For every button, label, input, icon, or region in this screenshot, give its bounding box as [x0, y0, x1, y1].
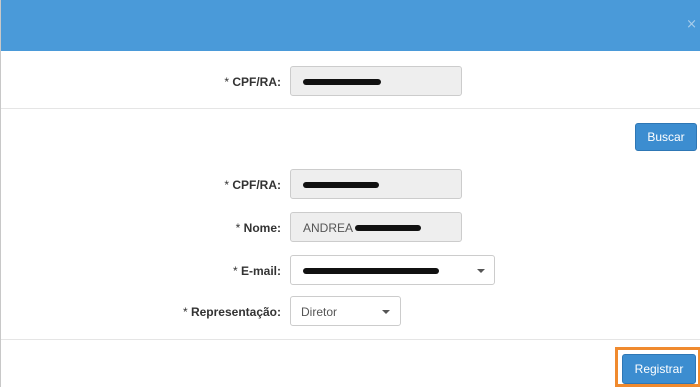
register-modal: × * CPF/RA: Buscar * CPF/RA: * Nome: AND… [0, 0, 700, 387]
redacted-name [355, 225, 421, 231]
chevron-down-icon [477, 269, 485, 273]
redacted-email [303, 268, 439, 274]
email-label: * E-mail: [232, 264, 281, 278]
representacao-value: Diretor [301, 305, 338, 319]
email-select[interactable] [290, 255, 495, 285]
nome-value: ANDREA [303, 221, 354, 235]
chevron-down-icon [382, 310, 390, 314]
redacted-cpf [303, 79, 381, 85]
representacao-label: * Representação: [182, 305, 281, 319]
search-cpf-label: * CPF/RA: [224, 75, 281, 89]
nome-label: * Nome: [235, 221, 281, 235]
divider [1, 339, 700, 340]
cpf-label: * CPF/RA: [224, 178, 281, 192]
search-cpf-input[interactable] [290, 66, 462, 96]
close-icon[interactable]: × [686, 18, 697, 31]
buscar-button[interactable]: Buscar [635, 123, 697, 151]
cpf-field[interactable] [290, 169, 462, 199]
redacted-cpf [303, 182, 379, 188]
modal-header: × [1, 0, 700, 51]
divider [1, 108, 700, 109]
representacao-select[interactable]: Diretor [290, 296, 401, 326]
registrar-button[interactable]: Registrar [622, 354, 696, 384]
nome-field[interactable]: ANDREA [290, 212, 462, 242]
